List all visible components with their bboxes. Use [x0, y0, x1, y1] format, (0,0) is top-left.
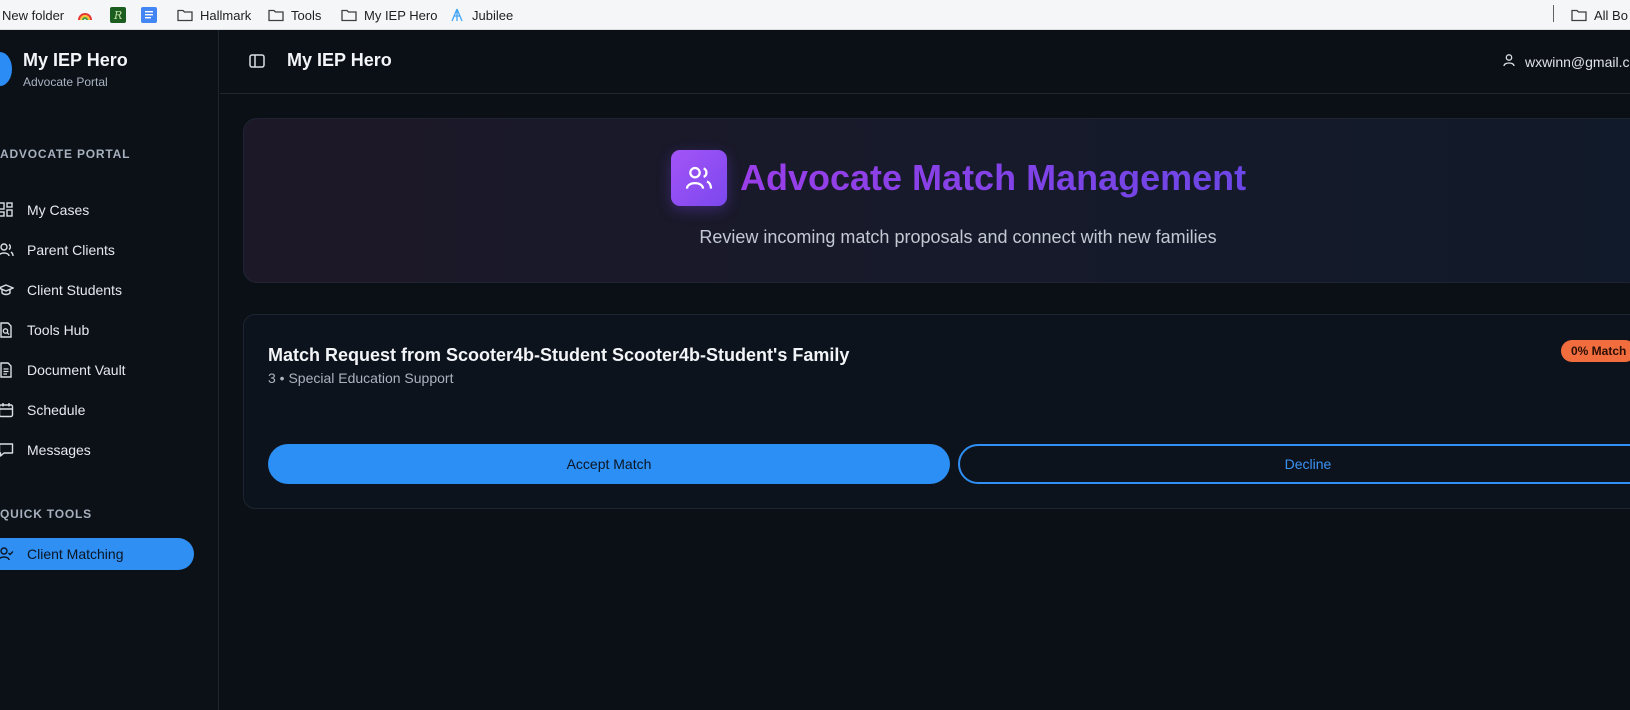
message-icon — [0, 434, 27, 466]
match-request-card: Match Request from Scooter4b-Student Sco… — [243, 314, 1630, 509]
match-request-title: Match Request from Scooter4b-Student Sco… — [268, 345, 850, 365]
sidebar: My IEP Hero Advocate Portal ADVOCATE POR… — [0, 30, 219, 710]
match-score-badge: 0% Match — [1561, 340, 1630, 362]
brand-title: My IEP Hero — [23, 50, 128, 70]
bookmark-label: All Bo — [1594, 7, 1628, 23]
user-check-icon — [0, 538, 27, 570]
user-icon — [1502, 53, 1516, 70]
sidebar-item-client-matching[interactable]: Client Matching — [0, 538, 194, 570]
sidebar-item-document-vault[interactable]: Document Vault — [0, 354, 194, 386]
brand-logo[interactable] — [0, 52, 12, 86]
section-label-advocate-portal: ADVOCATE PORTAL — [0, 147, 131, 161]
bookmark-my-iep-hero[interactable]: My IEP Hero — [341, 0, 437, 30]
top-header: My IEP Hero wxwinn@gmail.c — [220, 30, 1630, 94]
sidebar-item-my-cases[interactable]: My Cases — [0, 194, 194, 226]
rainbow-icon — [77, 7, 93, 23]
sidebar-item-parent-clients[interactable]: Parent Clients — [0, 234, 194, 266]
file-search-icon — [0, 314, 27, 346]
user-menu[interactable]: wxwinn@gmail.c — [1502, 53, 1629, 70]
r-logo-icon: R — [110, 7, 126, 23]
decline-button[interactable]: Decline — [958, 444, 1630, 484]
bookmark-hallmark[interactable]: Hallmark — [177, 0, 251, 30]
bookmark-jubilee[interactable]: Jubilee — [449, 0, 513, 30]
bookmark-label: Tools — [291, 7, 322, 23]
bookmark-label: Jubilee — [472, 7, 514, 23]
bookmark-label: New folder — [2, 7, 65, 23]
hero-subtitle: Review incoming match proposals and conn… — [699, 227, 1217, 247]
sidebar-toggle-icon[interactable] — [248, 52, 266, 70]
folder-icon — [268, 8, 284, 22]
sidebar-item-client-students[interactable]: Client Students — [0, 274, 194, 306]
bookmark-docs[interactable] — [141, 0, 157, 30]
accept-match-button[interactable]: Accept Match — [268, 444, 950, 484]
sidebar-item-label: My Cases — [27, 202, 90, 218]
docs-icon — [141, 7, 157, 23]
graduation-cap-icon — [0, 274, 27, 306]
sidebar-item-label: Document Vault — [27, 362, 126, 378]
match-request-subtitle: 3 • Special Education Support — [268, 370, 454, 386]
bookmark-label: My IEP Hero — [364, 7, 438, 23]
sidebar-item-tools-hub[interactable]: Tools Hub — [0, 314, 194, 346]
bookmark-rainbow[interactable] — [77, 0, 93, 30]
svg-text:R: R — [113, 9, 122, 21]
sidebar-item-label: Messages — [27, 442, 91, 458]
hero-title: Advocate Match Management — [740, 157, 1247, 198]
sidebar-item-label: Client Students — [27, 282, 122, 298]
sidebar-item-label: Parent Clients — [27, 242, 115, 258]
sidebar-item-schedule[interactable]: Schedule — [0, 394, 194, 426]
grid-icon — [0, 194, 27, 226]
hero-banner: Advocate Match Management Review incomin… — [243, 118, 1630, 283]
bookmark-label: Hallmark — [200, 7, 252, 23]
bookmark-r-logo[interactable]: R — [110, 0, 126, 30]
document-icon — [0, 354, 27, 386]
sidebar-item-messages[interactable]: Messages — [0, 434, 194, 466]
bookmarks-bar: New folder R Hallmark Tools My IEP Hero — [0, 0, 1630, 30]
users-icon — [671, 150, 727, 206]
brand-subtitle: Advocate Portal — [23, 75, 108, 89]
page-title: My IEP Hero — [287, 50, 392, 70]
folder-icon — [177, 8, 193, 22]
sidebar-item-label: Client Matching — [27, 546, 124, 562]
user-email: wxwinn@gmail.c — [1525, 53, 1630, 70]
bookmark-tools[interactable]: Tools — [268, 0, 321, 30]
folder-icon — [1571, 8, 1587, 22]
bookmarks-divider — [1553, 5, 1554, 22]
sidebar-item-label: Schedule — [27, 402, 86, 418]
calendar-icon — [0, 394, 27, 426]
bookmark-new-folder[interactable]: New folder — [2, 0, 64, 30]
bookmark-all-bookmarks[interactable]: All Bo — [1571, 0, 1628, 30]
section-label-quick-tools: QUICK TOOLS — [0, 507, 92, 521]
users-icon — [0, 234, 27, 266]
jubilee-icon — [449, 8, 465, 22]
sidebar-item-label: Tools Hub — [27, 322, 90, 338]
folder-icon — [341, 8, 357, 22]
